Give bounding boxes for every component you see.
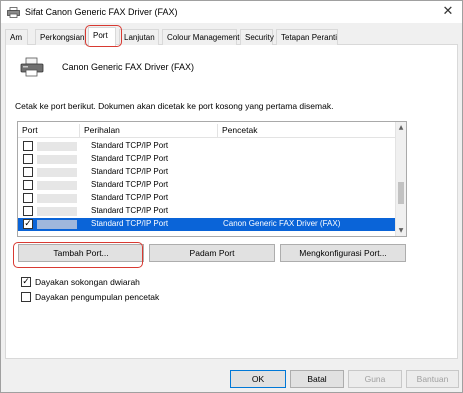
port-description: Standard TCP/IP Port <box>91 180 169 189</box>
tab-strip: Am Perkongsian Port Lanjutan Colour Mana… <box>5 27 458 46</box>
port-checkbox[interactable] <box>23 193 33 203</box>
list-item[interactable]: Standard TCP/IP Port <box>18 140 396 153</box>
printer-name: Canon Generic FAX Driver (FAX) <box>62 62 195 72</box>
port-checkbox[interactable] <box>23 167 33 177</box>
list-header: Port Perihalan Pencetak <box>18 122 396 138</box>
help-button[interactable]: Bantuan <box>406 370 459 388</box>
port-description: Standard TCP/IP Port <box>91 193 169 202</box>
list-item-selected[interactable]: ✓ Standard TCP/IP Port Canon Generic FAX… <box>18 218 396 231</box>
scroll-thumb[interactable] <box>398 182 404 204</box>
port-checkbox[interactable] <box>23 206 33 216</box>
port-instructions: Cetak ke port berikut. Dokumen akan dice… <box>15 101 334 111</box>
port-description: Standard TCP/IP Port <box>91 219 169 228</box>
add-port-highlight <box>13 242 143 268</box>
tab-colour-management[interactable]: Colour Management <box>162 29 239 45</box>
port-tab-highlight <box>85 25 122 47</box>
tab-security[interactable]: Security <box>240 29 274 45</box>
port-name-redacted <box>37 155 77 164</box>
port-name-redacted <box>37 168 77 177</box>
column-header-printer[interactable]: Pencetak <box>218 124 396 137</box>
printer-icon <box>7 6 20 18</box>
tab-sharing[interactable]: Perkongsian <box>35 29 85 45</box>
list-item[interactable]: Standard TCP/IP Port <box>18 192 396 205</box>
pooling-label: Dayakan pengumpulan pencetak <box>35 292 160 302</box>
tab-device-settings[interactable]: Tetapan Peranti <box>276 29 338 45</box>
bidirectional-option[interactable]: ✓ Dayakan sokongan dwiarah <box>21 277 140 287</box>
port-name-redacted <box>37 142 77 151</box>
configure-port-button[interactable]: Mengkonfigurasi Port... <box>280 244 406 262</box>
tab-general[interactable]: Am <box>5 29 28 45</box>
scroll-up-icon[interactable]: ▲ <box>396 122 406 133</box>
list-item[interactable]: Standard TCP/IP Port <box>18 166 396 179</box>
port-checkbox-checked[interactable]: ✓ <box>23 219 33 229</box>
scroll-down-icon[interactable]: ▼ <box>396 225 406 236</box>
apply-button[interactable]: Guna <box>348 370 402 388</box>
port-name-redacted <box>37 194 77 203</box>
port-description: Standard TCP/IP Port <box>91 154 169 163</box>
list-item[interactable]: Standard TCP/IP Port <box>18 205 396 218</box>
port-name-redacted <box>37 207 77 216</box>
port-list[interactable]: Port Perihalan Pencetak Standard TCP/IP … <box>17 121 407 237</box>
column-header-description[interactable]: Perihalan <box>80 124 218 137</box>
port-description: Standard TCP/IP Port <box>91 167 169 176</box>
port-panel: Canon Generic FAX Driver (FAX) Cetak ke … <box>5 45 458 359</box>
printer-icon <box>20 57 44 77</box>
pooling-checkbox[interactable] <box>21 292 31 302</box>
pooling-option[interactable]: Dayakan pengumpulan pencetak <box>21 292 159 302</box>
list-item[interactable]: Standard TCP/IP Port <box>18 179 396 192</box>
port-printer: Canon Generic FAX Driver (FAX) <box>223 219 341 228</box>
list-scrollbar[interactable]: ▲ ▼ <box>395 122 406 236</box>
printer-properties-window: Sifat Canon Generic FAX Driver (FAX) ✕ A… <box>0 0 463 393</box>
bidirectional-label: Dayakan sokongan dwiarah <box>35 277 140 287</box>
port-checkbox[interactable] <box>23 141 33 151</box>
ok-button[interactable]: OK <box>230 370 286 388</box>
close-icon[interactable]: ✕ <box>440 4 456 20</box>
delete-port-button[interactable]: Padam Port <box>149 244 275 262</box>
tab-advanced[interactable]: Lanjutan <box>119 29 159 45</box>
list-item[interactable]: Standard TCP/IP Port <box>18 153 396 166</box>
port-name-redacted <box>37 220 77 229</box>
bidirectional-checkbox[interactable]: ✓ <box>21 277 31 287</box>
port-description: Standard TCP/IP Port <box>91 206 169 215</box>
window-title: Sifat Canon Generic FAX Driver (FAX) <box>25 7 178 17</box>
port-name-redacted <box>37 181 77 190</box>
column-header-port[interactable]: Port <box>18 124 80 137</box>
cancel-button[interactable]: Batal <box>290 370 344 388</box>
title-bar: Sifat Canon Generic FAX Driver (FAX) ✕ <box>1 1 462 23</box>
port-description: Standard TCP/IP Port <box>91 141 169 150</box>
printer-header: Canon Generic FAX Driver (FAX) <box>20 57 194 77</box>
port-checkbox[interactable] <box>23 180 33 190</box>
port-checkbox[interactable] <box>23 154 33 164</box>
